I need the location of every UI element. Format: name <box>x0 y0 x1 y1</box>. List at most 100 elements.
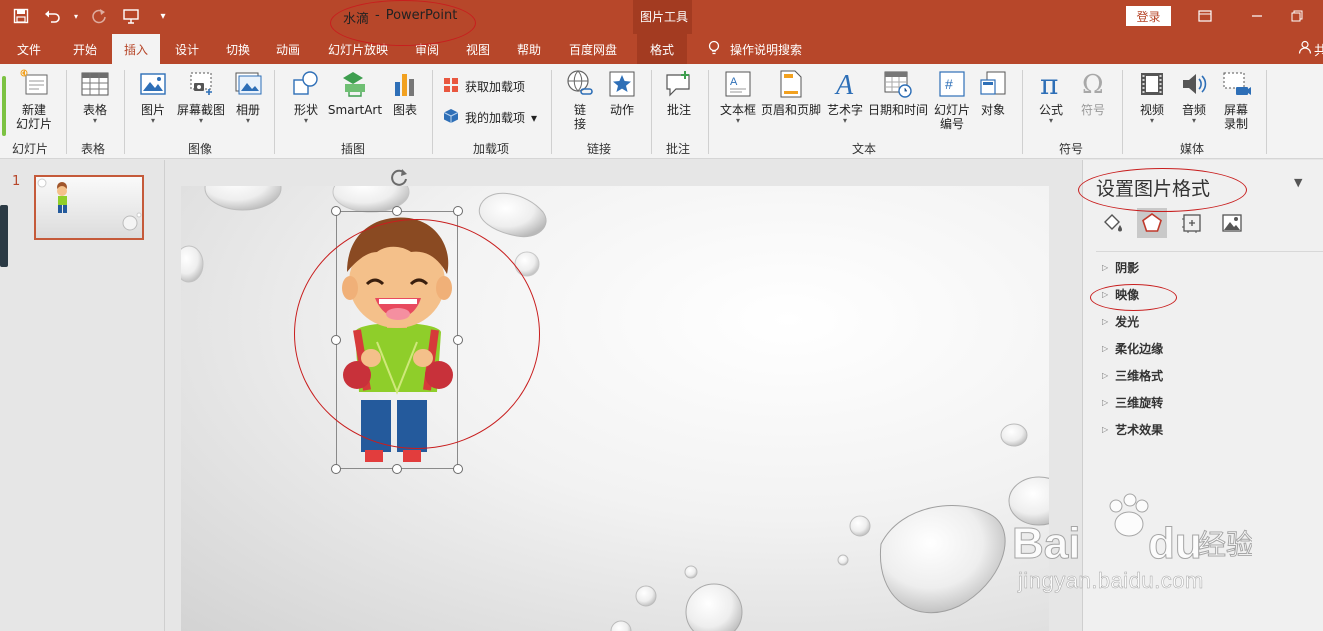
slide-number-button[interactable]: # 幻灯片 编号 <box>932 68 972 131</box>
resize-handle-nw[interactable] <box>331 206 341 216</box>
resize-handle-sw[interactable] <box>331 464 341 474</box>
svg-text:Bai: Bai <box>1012 519 1080 568</box>
tab-format[interactable]: 格式 <box>637 34 687 64</box>
group-separator <box>432 70 433 154</box>
photo-album-label: 相册 <box>235 103 260 117</box>
group-separator <box>274 70 275 154</box>
wordart-dropdown-icon: ▾ <box>842 116 847 125</box>
slide-thumbnail[interactable] <box>34 175 144 240</box>
group-separator <box>708 70 709 154</box>
photo-album-button[interactable]: 相册 ▾ <box>232 68 264 125</box>
symbol-button[interactable]: Ω 符号 <box>1076 68 1110 117</box>
cartoon-boy-picture <box>342 217 453 462</box>
video-button[interactable]: 视频 ▾ <box>1135 68 1169 125</box>
undo-icon[interactable] <box>40 4 66 28</box>
resize-handle-ne[interactable] <box>453 206 463 216</box>
resize-handle-n[interactable] <box>392 206 402 216</box>
smartart-icon <box>339 68 371 100</box>
audio-button[interactable]: 音频 ▾ <box>1177 68 1211 125</box>
rotate-handle-icon[interactable] <box>388 166 410 188</box>
section-3d-format[interactable]: ▷ 三维格式 <box>1102 367 1163 384</box>
picture-button[interactable]: 图片 ▾ <box>136 68 170 125</box>
section-shadow[interactable]: ▷ 阴影 <box>1102 259 1139 276</box>
screenshot-label: 屏幕截图 <box>176 103 225 117</box>
section-glow[interactable]: ▷ 发光 <box>1102 313 1139 330</box>
share-button[interactable]: 共 <box>1298 34 1323 64</box>
comment-button[interactable]: 批注 <box>662 68 696 117</box>
pi-icon: π <box>1035 68 1067 100</box>
screen-record-icon <box>1220 68 1252 100</box>
section-3d-rotation[interactable]: ▷ 三维旋转 <box>1102 394 1163 411</box>
expand-triangle-icon: ▷ <box>1102 344 1109 353</box>
fill-line-icon[interactable] <box>1097 208 1127 238</box>
tab-insert[interactable]: 插入 <box>112 34 160 64</box>
shapes-button[interactable]: 形状 ▾ <box>289 68 323 125</box>
omega-icon: Ω <box>1077 68 1109 100</box>
tab-home[interactable]: 开始 <box>62 34 108 64</box>
ribbon-display-options-icon[interactable] <box>1194 6 1216 26</box>
share-label: 共 <box>1314 43 1323 59</box>
shapes-icon <box>290 68 322 100</box>
date-time-button[interactable]: 日期和时间 <box>866 68 930 117</box>
app-name: PowerPoint <box>385 8 458 23</box>
picture-icon[interactable] <box>1217 208 1247 238</box>
equation-button[interactable]: π 公式 ▾ <box>1034 68 1068 125</box>
new-slide-button[interactable]: 新建 幻灯片 <box>10 68 58 131</box>
size-properties-icon[interactable] <box>1177 208 1207 238</box>
restore-icon[interactable] <box>1286 6 1308 26</box>
tab-animations[interactable]: 动画 <box>265 34 311 64</box>
svg-text:A: A <box>730 76 738 88</box>
svg-text:A: A <box>834 70 854 98</box>
slide-canvas[interactable] <box>181 186 1049 631</box>
resize-handle-se[interactable] <box>453 464 463 474</box>
login-button[interactable]: 登录 <box>1126 6 1171 26</box>
section-artistic-effects[interactable]: ▷ 艺术效果 <box>1102 421 1163 438</box>
link-button[interactable]: 链 接 <box>562 68 598 131</box>
customize-icon[interactable]: ▾ <box>150 4 176 28</box>
tab-design[interactable]: 设计 <box>164 34 210 64</box>
wordart-button[interactable]: A 艺术字 ▾ <box>825 68 865 125</box>
speaker-icon <box>1178 68 1210 100</box>
tab-file[interactable]: 文件 <box>6 34 52 64</box>
my-addins-button[interactable]: 我的加载项 ▾ <box>443 108 537 127</box>
selected-picture[interactable] <box>336 211 458 469</box>
section-3d-rotation-label: 三维旋转 <box>1115 396 1164 410</box>
save-icon[interactable] <box>8 4 34 28</box>
screenshot-button[interactable]: 屏幕截图 ▾ <box>175 68 227 125</box>
tab-slideshow[interactable]: 幻灯片放映 <box>322 34 394 64</box>
smartart-button[interactable]: SmartArt <box>328 68 382 117</box>
group-separator <box>66 70 67 154</box>
resize-handle-w[interactable] <box>331 335 341 345</box>
screen-recording-button[interactable]: 屏幕 录制 <box>1219 68 1253 131</box>
minimize-icon[interactable] <box>1246 6 1268 26</box>
group-label-illustrations: 插图 <box>341 142 366 156</box>
group-label-links: 链接 <box>587 142 612 156</box>
tab-help[interactable]: 帮助 <box>506 34 552 64</box>
header-footer-button[interactable]: 页眉和页脚 <box>760 68 822 117</box>
table-button[interactable]: 表格 ▾ <box>76 68 114 125</box>
tab-baidu-netdisk[interactable]: 百度网盘 <box>560 34 626 64</box>
undo-dropdown-icon[interactable]: ▾ <box>72 4 80 28</box>
redo-icon[interactable] <box>86 4 112 28</box>
section-reflection[interactable]: ▷ 映像 <box>1102 286 1139 303</box>
chart-button[interactable]: 图表 <box>389 68 421 117</box>
resize-handle-s[interactable] <box>392 464 402 474</box>
textbox-button[interactable]: A 文本框 ▾ <box>718 68 758 125</box>
svg-text:经验: 经验 <box>1198 528 1252 561</box>
resize-handle-e[interactable] <box>453 335 463 345</box>
pane-options-dropdown-icon[interactable]: ▼ <box>1294 176 1302 189</box>
group-separator <box>1022 70 1023 154</box>
object-button[interactable]: 对象 <box>976 68 1010 117</box>
thumbnail-scroll-handle[interactable] <box>0 205 8 267</box>
tab-review[interactable]: 审阅 <box>405 34 449 64</box>
tab-view[interactable]: 视图 <box>455 34 501 64</box>
get-addins-button[interactable]: 获取加载项 <box>443 77 525 96</box>
action-button[interactable]: 动作 <box>605 68 639 117</box>
tell-me-search[interactable]: 操作说明搜索 <box>708 34 802 64</box>
effects-icon[interactable] <box>1137 208 1167 238</box>
present-icon[interactable] <box>118 4 144 28</box>
tab-transitions[interactable]: 切换 <box>215 34 261 64</box>
section-soft-edges[interactable]: ▷ 柔化边缘 <box>1102 340 1163 357</box>
comment-icon <box>663 68 695 100</box>
link-label: 链 接 <box>573 103 586 131</box>
